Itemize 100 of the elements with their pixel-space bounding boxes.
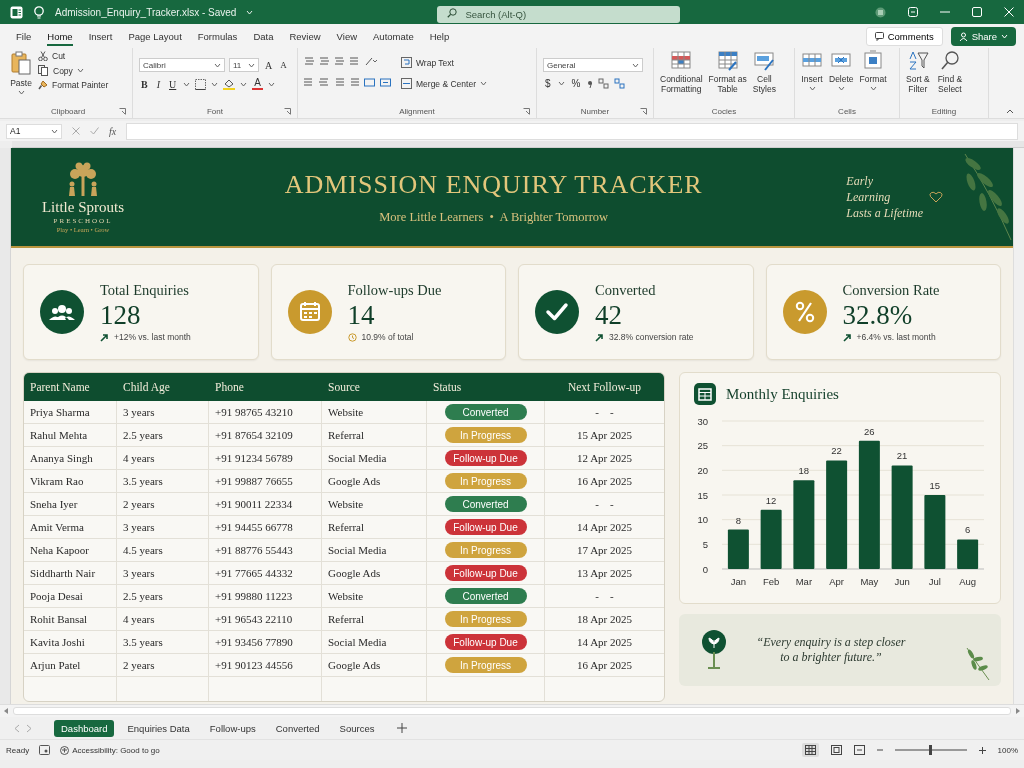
bold-button[interactable]: B (139, 78, 150, 90)
copy-button[interactable]: Copy (38, 64, 109, 77)
menu-tab[interactable]: Help (421, 26, 458, 46)
zoom-slider-thumb[interactable] (929, 745, 933, 755)
caret-icon[interactable] (51, 128, 58, 134)
check-icon[interactable] (90, 127, 99, 135)
sheet-tab[interactable]: Enquiries Data (120, 719, 197, 737)
increase-indent-icon[interactable] (380, 77, 391, 88)
sheet-tab[interactable]: Dashboard (54, 719, 115, 737)
font-color-button[interactable]: A (252, 78, 263, 90)
shrink-font-button[interactable]: A (278, 60, 289, 70)
conditional-formatting-button[interactable]: Conditional Formatting (660, 50, 703, 95)
dialog-launcher-icon[interactable] (284, 107, 291, 115)
percent-button[interactable]: % (569, 78, 583, 89)
align-left-icon[interactable] (304, 77, 314, 88)
horizontal-scrollbar[interactable] (13, 707, 1011, 715)
caret-icon[interactable] (869, 86, 877, 92)
font-family-select[interactable]: Calibri (139, 58, 225, 72)
menu-tab[interactable]: Insert (80, 26, 121, 46)
indent-icon[interactable] (349, 77, 359, 88)
comma-style-icon[interactable] (587, 78, 594, 89)
macro-record-icon[interactable] (39, 745, 51, 755)
cell-styles-button[interactable]: Cell Styles (752, 50, 776, 95)
caret-icon[interactable] (214, 62, 221, 68)
grow-font-button[interactable]: A (263, 59, 275, 71)
page-layout-icon[interactable] (830, 745, 842, 755)
format-button[interactable]: Format (859, 50, 887, 92)
caret-icon[interactable] (632, 62, 639, 68)
cut-button[interactable]: Cut (38, 50, 109, 62)
caret-icon[interactable] (267, 81, 275, 87)
decrease-decimal-icon[interactable] (614, 78, 626, 89)
format-painter-button[interactable]: Format Painter (38, 79, 109, 91)
vertical-scrollbar[interactable] (1013, 148, 1024, 704)
align-top-icon[interactable] (304, 56, 314, 67)
menu-tab[interactable]: Formulas (189, 26, 246, 46)
excel-logo-icon[interactable] (10, 5, 23, 19)
zoom-out-icon[interactable] (876, 747, 883, 753)
comments-button[interactable]: Comments (865, 26, 943, 46)
wrap-lines-icon[interactable] (349, 56, 359, 67)
formula-input[interactable] (126, 122, 1018, 140)
italic-button[interactable]: I (154, 78, 162, 90)
insert-function-button[interactable]: fx (109, 125, 117, 137)
page-break-icon[interactable] (853, 745, 865, 755)
sheet-tab[interactable]: Follow-ups (202, 719, 263, 737)
normal-view-button[interactable] (801, 743, 819, 757)
number-format-select[interactable]: General (543, 58, 643, 72)
caret-icon[interactable] (248, 62, 255, 68)
caret-icon[interactable] (183, 81, 191, 87)
increase-decimal-icon[interactable] (598, 78, 610, 89)
menu-tab[interactable]: File (8, 26, 40, 46)
sheet-tab[interactable]: Converted (268, 719, 327, 737)
accessibility-icon[interactable] (60, 745, 70, 755)
format-as-table-button[interactable]: Format as Table (708, 50, 747, 95)
close-icon[interactable] (1004, 7, 1014, 17)
scroll-right-icon[interactable] (1015, 708, 1020, 714)
caret-icon[interactable] (76, 68, 84, 73)
scroll-left-icon[interactable] (4, 708, 9, 714)
menu-tab[interactable]: Data (245, 26, 282, 46)
caret-icon[interactable] (837, 86, 845, 92)
ribbon-display-icon[interactable] (908, 7, 918, 17)
share-button[interactable]: Share (950, 26, 1016, 46)
menu-tab[interactable]: Automate (365, 26, 422, 46)
orientation-icon[interactable] (364, 56, 378, 67)
sort-filter-button[interactable]: Sort & Filter (906, 50, 930, 95)
decrease-indent-icon[interactable] (364, 77, 375, 88)
accessibility-status[interactable]: Accessibility: Good to go (72, 745, 160, 755)
align-center-icon[interactable] (319, 77, 329, 88)
underline-button[interactable]: U (167, 78, 179, 90)
insert-button[interactable]: Insert (801, 50, 823, 92)
search-field[interactable]: Search (Alt-Q) (437, 5, 681, 23)
menu-tab[interactable]: View (328, 26, 366, 46)
paste-button[interactable]: Paste (10, 50, 32, 96)
align-right-icon[interactable] (334, 77, 344, 88)
coauthor-icon[interactable] (875, 6, 886, 18)
menu-tab[interactable]: Page Layout (120, 26, 190, 46)
zoom-level[interactable]: 100% (997, 745, 1018, 755)
caret-icon[interactable] (211, 81, 219, 87)
caret-icon[interactable] (808, 86, 816, 92)
caret-icon[interactable] (17, 90, 25, 96)
align-bottom-icon[interactable] (334, 56, 344, 67)
currency-button[interactable]: $ (543, 78, 553, 89)
dialog-launcher-icon[interactable] (523, 107, 530, 115)
wrap-text-button[interactable]: Wrap Text (401, 56, 487, 69)
collapse-ribbon-icon[interactable] (1006, 109, 1014, 114)
lightbulb-icon[interactable] (33, 5, 45, 19)
name-box[interactable]: A1 (6, 123, 62, 139)
add-sheet-icon[interactable] (397, 723, 408, 733)
caret-icon[interactable] (240, 81, 248, 87)
fill-color-icon[interactable] (223, 78, 236, 90)
menu-tab[interactable]: Home (39, 26, 81, 46)
caret-icon[interactable] (557, 81, 565, 86)
dialog-launcher-icon[interactable] (119, 107, 126, 115)
font-size-select[interactable]: 11 (229, 58, 259, 72)
menu-tab[interactable]: Review (281, 26, 329, 46)
zoom-in-icon[interactable] (978, 746, 986, 754)
align-middle-icon[interactable] (319, 56, 329, 67)
sheet-tab[interactable]: Sources (332, 719, 382, 737)
caret-icon[interactable] (480, 81, 487, 86)
maximize-icon[interactable] (972, 7, 982, 17)
borders-icon[interactable] (195, 78, 207, 90)
